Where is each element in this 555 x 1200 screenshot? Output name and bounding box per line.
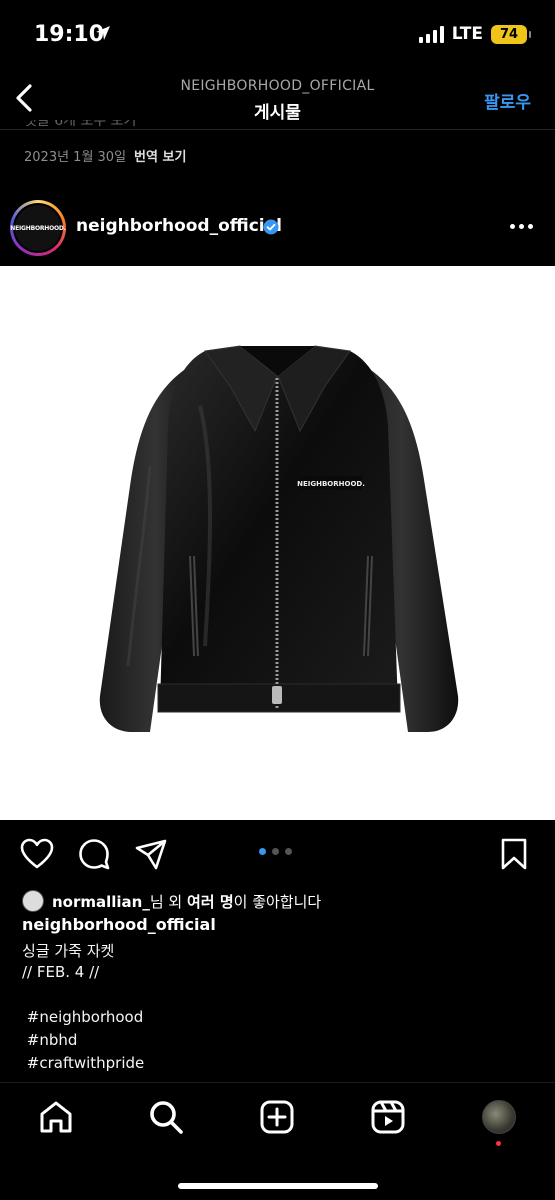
- carousel-indicator: [259, 848, 292, 855]
- follow-button[interactable]: 팔로우: [484, 88, 531, 113]
- reels-icon[interactable]: [370, 1099, 406, 1135]
- home-icon[interactable]: [38, 1099, 74, 1135]
- leather-jacket-image: NEIGHBORHOOD.: [99, 345, 459, 732]
- likes-others[interactable]: 여러 명: [187, 893, 234, 911]
- search-icon[interactable]: [148, 1099, 184, 1135]
- home-indicator: [178, 1183, 378, 1189]
- translate-link[interactable]: 번역 보기: [134, 146, 186, 165]
- share-icon[interactable]: [134, 838, 168, 870]
- likes-text: 님 외: [149, 892, 187, 911]
- post-header: NEIGHBORHOOD. neighborhood_official: [0, 198, 555, 260]
- caption-line: // FEB. 4 //: [22, 963, 100, 981]
- bottom-nav: [0, 1082, 555, 1200]
- location-arrow-icon: [96, 26, 110, 40]
- hashtag-link[interactable]: #craftwithpride: [22, 1054, 145, 1072]
- notification-dot: [496, 1141, 501, 1146]
- status-bar: 19:10 LTE 74: [0, 0, 555, 70]
- avatar-logo: NEIGHBORHOOD.: [10, 205, 66, 251]
- post-actions: [0, 832, 555, 876]
- battery-indicator: 74: [491, 24, 531, 44]
- caption-line: 싱글 가죽 자켓: [22, 942, 115, 960]
- signal-icon: [418, 25, 444, 43]
- post-username[interactable]: neighborhood_official: [76, 216, 282, 236]
- hashtag-link[interactable]: #nbhd: [22, 1031, 78, 1049]
- caption-username[interactable]: neighborhood_official: [22, 915, 216, 934]
- bookmark-icon[interactable]: [500, 838, 528, 870]
- likes-suffix: 이 좋아합니다: [233, 892, 322, 911]
- post-meta: 2023년 1월 30일 번역 보기: [24, 146, 186, 165]
- jacket-logo-text: NEIGHBORHOOD.: [297, 480, 365, 488]
- verified-badge-icon: [263, 219, 279, 235]
- comment-icon[interactable]: [78, 838, 110, 870]
- likes-row[interactable]: normallian_님 외 여러 명이 좋아합니다: [22, 890, 321, 912]
- account-name: NEIGHBORHOOD_OFFICIAL: [180, 78, 375, 94]
- liker-avatar: [22, 890, 44, 912]
- create-icon[interactable]: [259, 1099, 295, 1135]
- more-options-icon[interactable]: [510, 224, 533, 229]
- network-label: LTE: [451, 24, 483, 44]
- profile-avatar[interactable]: [482, 1100, 516, 1134]
- heart-icon[interactable]: [20, 838, 54, 870]
- view-comments-link[interactable]: 댓글 6개 모두 보기: [24, 120, 136, 130]
- post-image[interactable]: NEIGHBORHOOD.: [0, 266, 555, 820]
- hashtag-link[interactable]: #neighborhood: [22, 1008, 144, 1026]
- story-avatar[interactable]: NEIGHBORHOOD.: [10, 200, 66, 256]
- liker-username[interactable]: normallian_: [52, 893, 150, 911]
- post-date: 2023년 1월 30일: [24, 150, 127, 165]
